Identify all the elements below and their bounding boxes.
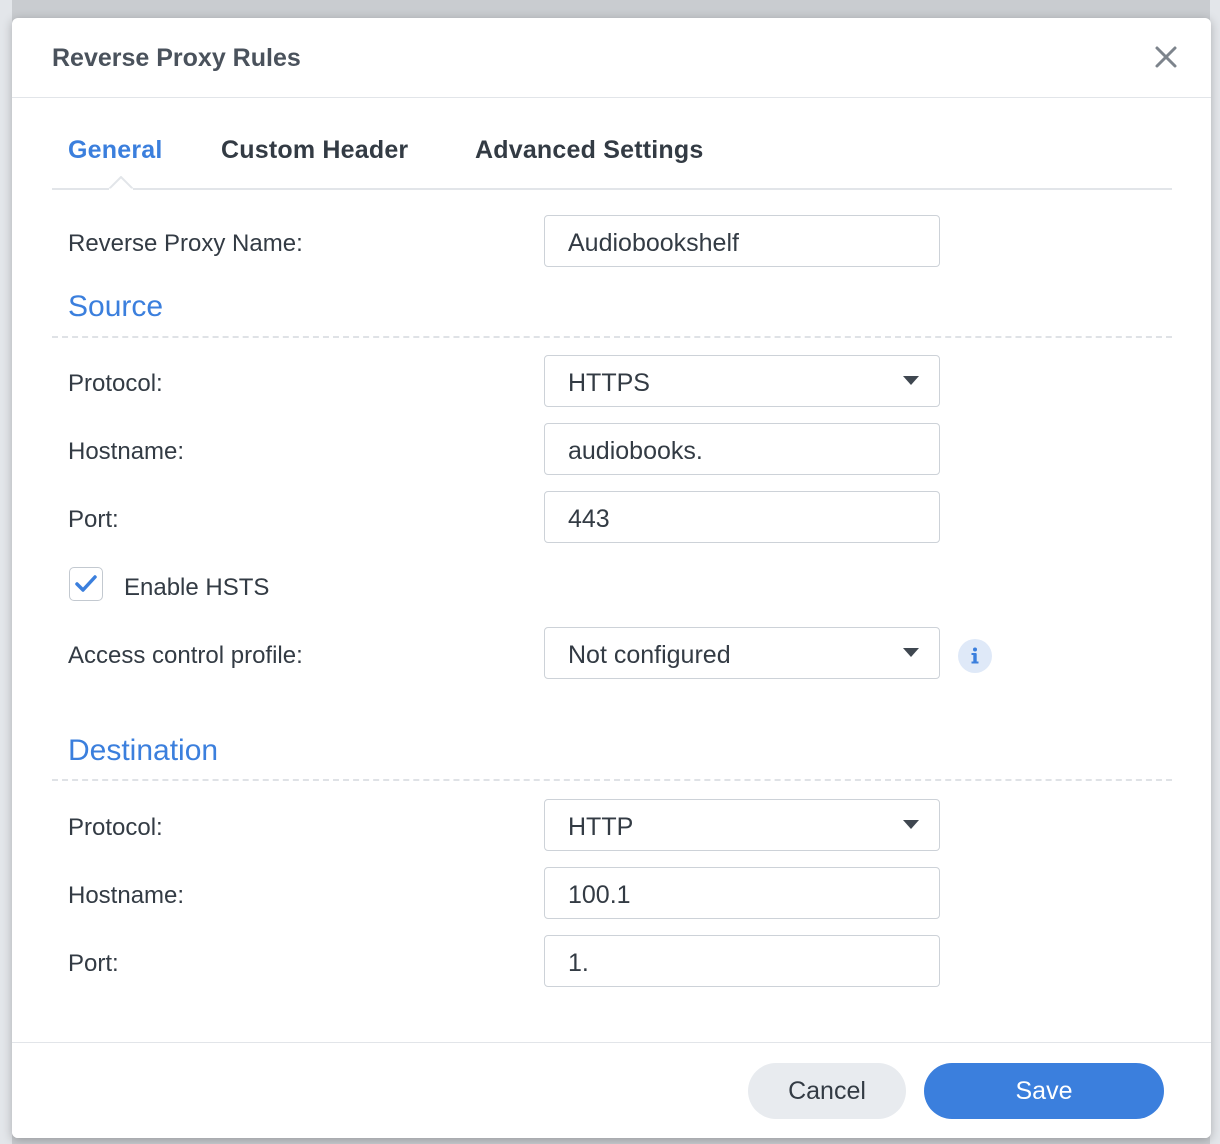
source-port-value: 443 <box>568 505 610 533</box>
destination-port-input[interactable]: 1. <box>544 935 940 987</box>
source-hostname-value: audiobooks. <box>568 437 703 465</box>
tab-advanced-settings[interactable]: Advanced Settings <box>475 136 703 165</box>
reverse-proxy-name-label: Reverse Proxy Name: <box>68 230 303 257</box>
destination-port-label: Port: <box>68 950 119 977</box>
source-port-input[interactable]: 443 <box>544 491 940 543</box>
dialog-title: Reverse Proxy Rules <box>52 44 301 72</box>
destination-hostname-input[interactable]: 100.1 <box>544 867 940 919</box>
tab-bar: General Custom Header Advanced Settings <box>52 114 1172 190</box>
destination-divider <box>52 779 1172 781</box>
dialog-footer: Cancel Save <box>12 1042 1211 1138</box>
destination-heading: Destination <box>68 734 219 767</box>
close-icon[interactable] <box>1151 42 1181 72</box>
source-hostname-label: Hostname: <box>68 438 185 465</box>
chevron-down-icon <box>903 820 919 829</box>
reverse-proxy-name-input[interactable]: Audiobookshelf <box>544 215 940 267</box>
background-panel-left <box>0 0 12 1144</box>
chevron-down-icon <box>903 648 919 657</box>
checkmark-icon <box>75 575 97 592</box>
source-protocol-select[interactable]: HTTPS <box>544 355 940 407</box>
destination-hostname-label: Hostname: <box>68 882 185 909</box>
source-protocol-value: HTTPS <box>568 369 650 397</box>
destination-protocol-select[interactable]: HTTP <box>544 799 940 851</box>
dialog-titlebar: Reverse Proxy Rules <box>12 18 1211 98</box>
tab-general[interactable]: General <box>68 136 163 165</box>
cancel-button[interactable]: Cancel <box>748 1063 906 1119</box>
save-button[interactable]: Save <box>924 1063 1164 1119</box>
destination-protocol-value: HTTP <box>568 813 634 841</box>
reverse-proxy-name-value: Audiobookshelf <box>568 229 739 257</box>
info-icon[interactable] <box>958 639 992 673</box>
source-heading: Source <box>68 290 164 323</box>
source-port-label: Port: <box>68 506 119 533</box>
active-tab-indicator <box>108 176 134 190</box>
source-protocol-label: Protocol: <box>68 370 163 397</box>
reverse-proxy-dialog: Reverse Proxy Rules General Custom Heade… <box>12 18 1211 1138</box>
access-control-profile-label: Access control profile: <box>68 642 303 669</box>
enable-hsts-checkbox[interactable] <box>69 567 103 601</box>
background-panel-right <box>1210 0 1220 1144</box>
source-hostname-input[interactable]: audiobooks. <box>544 423 940 475</box>
chevron-down-icon <box>903 376 919 385</box>
source-divider <box>52 336 1172 338</box>
destination-protocol-label: Protocol: <box>68 814 163 841</box>
access-control-profile-select[interactable]: Not configured <box>544 627 940 679</box>
tab-custom-header[interactable]: Custom Header <box>221 136 408 165</box>
access-control-profile-value: Not configured <box>568 641 731 669</box>
enable-hsts-label[interactable]: Enable HSTS <box>124 574 269 602</box>
destination-port-value: 1. <box>568 949 589 977</box>
destination-hostname-value: 100.1 <box>568 881 631 909</box>
